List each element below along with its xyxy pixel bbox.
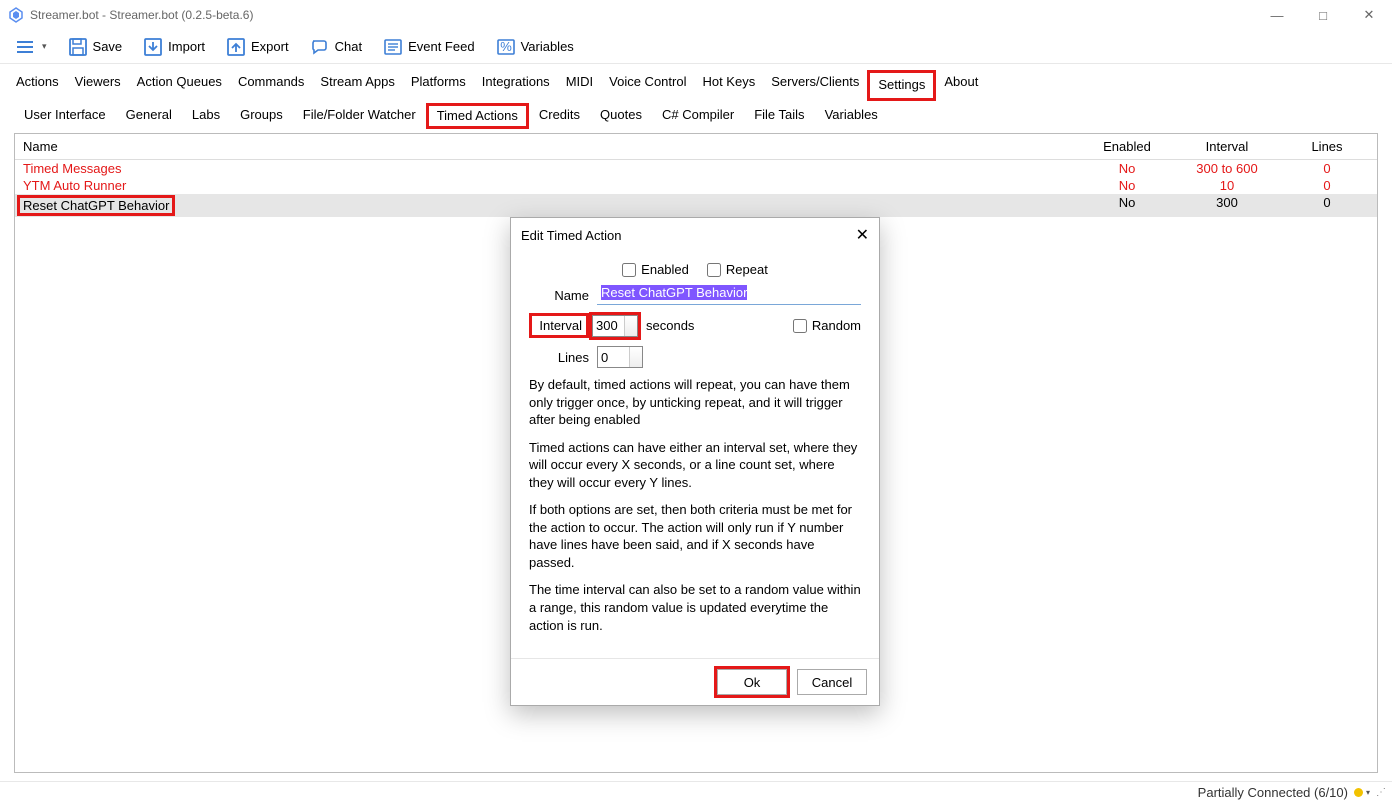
toolbar: ▾ Save Import Export Chat Event Feed % V… (0, 30, 1392, 64)
cell-name: YTM Auto Runner (15, 177, 1077, 194)
cell-enabled: No (1077, 194, 1177, 217)
edit-timed-action-dialog: Edit Timed Action ✕ Enabled Repeat Name … (510, 217, 880, 706)
tab-integrations[interactable]: Integrations (474, 70, 558, 101)
svg-text:%: % (500, 39, 512, 54)
tab-stream-apps[interactable]: Stream Apps (312, 70, 402, 101)
subtab-c-compiler[interactable]: C# Compiler (652, 103, 744, 128)
cell-lines: 0 (1277, 177, 1377, 194)
cell-interval: 300 (1177, 194, 1277, 217)
interval-label: Interval (529, 313, 589, 338)
tab-platforms[interactable]: Platforms (403, 70, 474, 101)
cell-interval: 10 (1177, 177, 1277, 194)
col-name[interactable]: Name (15, 134, 1077, 159)
main-tabs: ActionsViewersAction QueuesCommandsStrea… (0, 64, 1392, 101)
dialog-titlebar: Edit Timed Action ✕ (511, 218, 879, 252)
interval-unit: seconds (646, 318, 694, 333)
subtab-user-interface[interactable]: User Interface (14, 103, 116, 128)
cell-lines: 0 (1277, 160, 1377, 177)
tab-midi[interactable]: MIDI (558, 70, 601, 101)
window-title: Streamer.bot - Streamer.bot (0.2.5-beta.… (30, 8, 253, 22)
tab-viewers[interactable]: Viewers (67, 70, 129, 101)
cell-lines: 0 (1277, 194, 1377, 217)
maximize-button[interactable]: □ (1300, 0, 1346, 30)
close-button[interactable]: ✕ (1346, 0, 1392, 30)
subtab-file-tails[interactable]: File Tails (744, 103, 814, 128)
table-header: Name Enabled Interval Lines (15, 134, 1377, 160)
dialog-title: Edit Timed Action (521, 228, 621, 243)
dialog-close-button[interactable]: ✕ (856, 225, 869, 245)
tab-actions[interactable]: Actions (8, 70, 67, 101)
eventfeed-label: Event Feed (408, 39, 475, 54)
variables-label: Variables (521, 39, 574, 54)
export-button[interactable]: Export (221, 34, 293, 60)
table-row[interactable]: YTM Auto RunnerNo100 (15, 177, 1377, 194)
enabled-checkbox[interactable]: Enabled (622, 262, 689, 277)
subtab-file-folder-watcher[interactable]: File/Folder Watcher (293, 103, 426, 128)
ok-button[interactable]: Ok (717, 669, 787, 695)
subtab-timed-actions[interactable]: Timed Actions (426, 103, 529, 129)
random-checkbox[interactable]: Random (793, 318, 861, 333)
menu-button[interactable]: ▾ (10, 34, 51, 60)
tab-hot-keys[interactable]: Hot Keys (694, 70, 763, 101)
subtab-variables[interactable]: Variables (815, 103, 888, 128)
tab-action-queues[interactable]: Action Queues (129, 70, 230, 101)
chat-button[interactable]: Chat (305, 34, 366, 60)
name-input[interactable]: Reset ChatGPT Behavior (597, 285, 861, 305)
export-label: Export (251, 39, 289, 54)
save-button[interactable]: Save (63, 34, 127, 60)
subtab-general[interactable]: General (116, 103, 182, 128)
variables-button[interactable]: % Variables (491, 34, 578, 60)
table-row[interactable]: Reset ChatGPT BehaviorNo3000 (15, 194, 1377, 217)
import-label: Import (168, 39, 205, 54)
table-row[interactable]: Timed MessagesNo300 to 6000 (15, 160, 1377, 177)
cell-name: Reset ChatGPT Behavior (15, 194, 1077, 217)
status-dot-icon (1354, 788, 1363, 797)
lines-label: Lines (529, 350, 589, 365)
connection-status[interactable]: Partially Connected (6/10) (1198, 785, 1348, 800)
repeat-checkbox[interactable]: Repeat (707, 262, 768, 277)
subtab-quotes[interactable]: Quotes (590, 103, 652, 128)
import-button[interactable]: Import (138, 34, 209, 60)
tab-about[interactable]: About (936, 70, 986, 101)
lines-input[interactable]: 0▲▼ (597, 346, 643, 368)
col-interval[interactable]: Interval (1177, 134, 1277, 159)
minimize-button[interactable]: ― (1254, 0, 1300, 30)
cell-enabled: No (1077, 177, 1177, 194)
col-enabled[interactable]: Enabled (1077, 134, 1177, 159)
name-label: Name (529, 288, 589, 303)
titlebar: Streamer.bot - Streamer.bot (0.2.5-beta.… (0, 0, 1392, 30)
tab-servers-clients[interactable]: Servers/Clients (763, 70, 867, 101)
tab-settings[interactable]: Settings (867, 70, 936, 101)
subtab-groups[interactable]: Groups (230, 103, 293, 128)
settings-subtabs: User InterfaceGeneralLabsGroupsFile/Fold… (0, 103, 1392, 129)
cell-name: Timed Messages (15, 160, 1077, 177)
chevron-down-icon[interactable]: ▾ (1366, 788, 1370, 797)
resize-grip-icon[interactable]: ⋰ (1376, 787, 1386, 798)
status-bar: Partially Connected (6/10) ▾ ⋰ (0, 781, 1392, 803)
subtab-labs[interactable]: Labs (182, 103, 230, 128)
cancel-button[interactable]: Cancel (797, 669, 867, 695)
col-lines[interactable]: Lines (1277, 134, 1377, 159)
cell-enabled: No (1077, 160, 1177, 177)
chat-label: Chat (335, 39, 362, 54)
save-label: Save (93, 39, 123, 54)
subtab-credits[interactable]: Credits (529, 103, 590, 128)
app-logo-icon (8, 7, 24, 23)
interval-input[interactable]: 300▲▼ (592, 315, 638, 337)
chevron-down-icon: ▾ (42, 41, 47, 52)
eventfeed-button[interactable]: Event Feed (378, 34, 479, 60)
tab-voice-control[interactable]: Voice Control (601, 70, 694, 101)
tab-commands[interactable]: Commands (230, 70, 312, 101)
cell-interval: 300 to 600 (1177, 160, 1277, 177)
help-text: By default, timed actions will repeat, y… (529, 376, 861, 634)
